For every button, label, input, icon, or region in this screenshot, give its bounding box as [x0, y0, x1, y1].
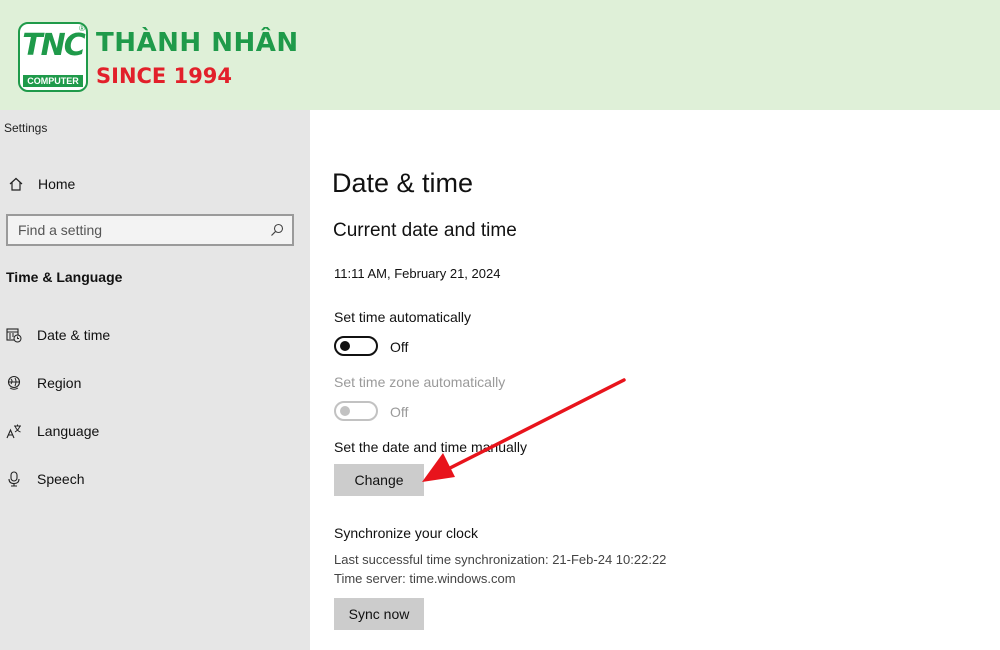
settings-sidebar: Settings Home Time & Language Date & tim… [0, 110, 310, 650]
sidebar-item-date-time[interactable]: Date & time [0, 321, 310, 351]
calendar-clock-icon [6, 328, 22, 343]
search-icon[interactable] [270, 223, 284, 237]
synchronize-clock-heading: Synchronize your clock [334, 525, 478, 541]
brand-since: SINCE 1994 [96, 64, 233, 88]
brand-name: THÀNH NHÂN [96, 28, 299, 58]
toggle-knob [340, 341, 350, 351]
current-date-time-heading: Current date and time [333, 220, 517, 241]
sidebar-item-label: Language [37, 423, 100, 439]
home-icon [9, 177, 23, 191]
window-title: Settings [4, 121, 48, 135]
sidebar-item-region[interactable]: Region [0, 369, 310, 399]
logo-text: TNC [22, 28, 86, 63]
section-heading: Time & Language [6, 269, 123, 285]
sidebar-item-label: Region [37, 375, 82, 391]
sidebar-item-language[interactable]: Language [0, 417, 310, 447]
sync-now-button[interactable]: Sync now [334, 598, 424, 630]
settings-search-box[interactable] [6, 214, 294, 246]
language-icon [6, 424, 21, 439]
sidebar-item-label: Date & time [37, 327, 111, 343]
sidebar-item-speech[interactable]: Speech [0, 465, 310, 495]
globe-icon [7, 375, 21, 390]
search-input[interactable] [8, 216, 278, 244]
set-time-zone-automatically-label: Set time zone automatically [334, 374, 506, 390]
set-time-automatically-label: Set time automatically [334, 309, 471, 325]
current-date-time-value: 11:11 AM, February 21, 2024 [334, 266, 501, 281]
logo-subtext: COMPUTER [23, 75, 83, 87]
microphone-icon [8, 471, 20, 487]
change-button[interactable]: Change [334, 464, 424, 496]
set-time-automatically-state: Off [390, 339, 409, 355]
set-time-automatically-toggle[interactable] [334, 336, 378, 356]
tnc-logo: ® TNC COMPUTER [18, 22, 88, 92]
set-time-zone-automatically-toggle[interactable] [334, 401, 378, 421]
time-server-info: Time server: time.windows.com [334, 571, 516, 586]
date-time-page: Date & time Current date and time 11:11 … [310, 110, 1000, 650]
last-sync-info: Last successful time synchronization: 21… [334, 552, 667, 567]
nav-home[interactable]: Home [0, 170, 310, 200]
toggle-knob [340, 406, 350, 416]
page-title: Date & time [332, 168, 474, 198]
set-date-time-manually-label: Set the date and time manually [334, 439, 528, 455]
sidebar-item-label: Speech [37, 471, 85, 487]
set-time-zone-automatically-state: Off [390, 404, 409, 420]
nav-home-label: Home [38, 176, 76, 192]
brand-banner: ® TNC COMPUTER THÀNH NHÂN SINCE 1994 [0, 0, 1000, 110]
